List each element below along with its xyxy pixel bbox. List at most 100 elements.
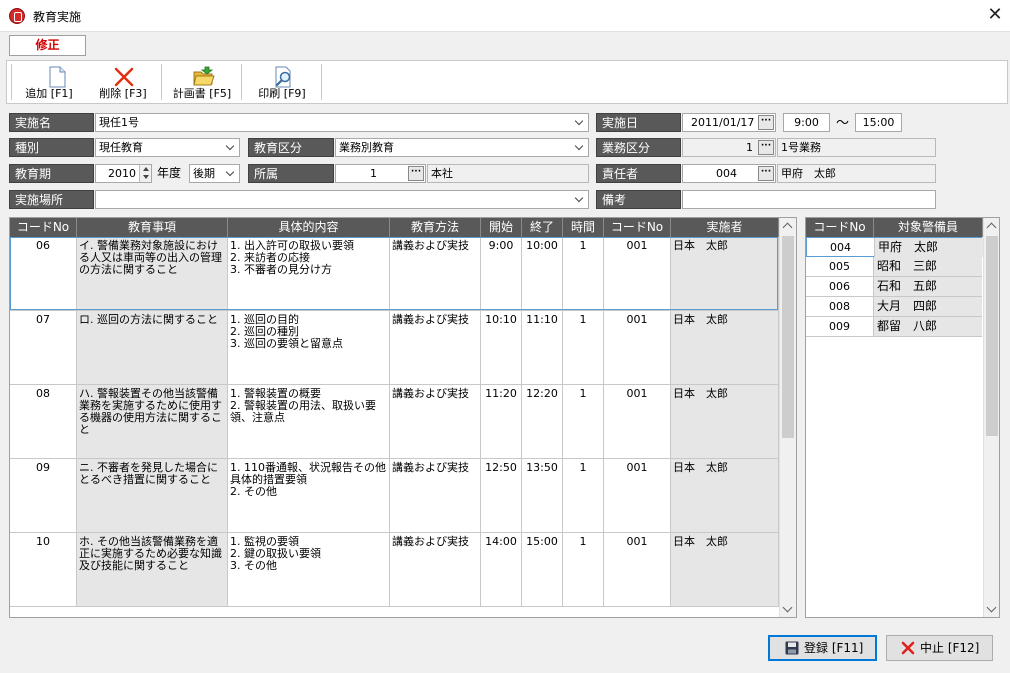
list-item[interactable]: 008 大月 四郎 — [806, 297, 982, 317]
responsible-person-lookup-button[interactable]: ··· — [758, 166, 774, 181]
cell-start[interactable]: 10:10 — [481, 311, 522, 385]
cell-hours[interactable]: 1 — [563, 385, 604, 459]
cell-end[interactable]: 13:50 — [522, 459, 563, 533]
table-row[interactable]: 08 ハ. 警報装置その他当該警備業務を実施するために使用する機器の使用方法に関す… — [10, 385, 779, 459]
cell-instructor[interactable]: 日本 太郎 — [671, 459, 779, 533]
cell-instructor-code[interactable]: 001 — [604, 533, 671, 607]
venue-label: 実施場所 — [9, 190, 94, 209]
delete-button[interactable]: 削除 [F3] — [85, 61, 161, 103]
cell-end[interactable]: 10:00 — [522, 237, 563, 311]
cell-hours[interactable]: 1 — [563, 533, 604, 607]
cell-code[interactable]: 10 — [10, 533, 77, 607]
cell-instructor[interactable]: 日本 太郎 — [671, 385, 779, 459]
print-button[interactable]: 印刷 [F9] — [243, 61, 321, 103]
term-select[interactable]: 後期 — [189, 164, 240, 183]
cell-method[interactable]: 講義および実技 — [390, 459, 481, 533]
cell-hours[interactable]: 1 — [563, 237, 604, 311]
date-picker-button[interactable]: ··· — [758, 115, 774, 130]
education-class-select[interactable]: 業務別教育 — [335, 138, 589, 157]
responsible-person-code-field[interactable]: 004 ··· — [682, 164, 776, 183]
table-row[interactable]: 09 ニ. 不審者を発見した場合にとるべき措置に関すること 1. 110番通報、状況… — [10, 459, 779, 533]
cell-method[interactable]: 講義および実技 — [390, 533, 481, 607]
table-row[interactable]: 06 イ. 警備業務対象施設における人又は車両等の出入の管理の方法に関すること 1.… — [10, 237, 779, 311]
cell-instructor-code[interactable]: 001 — [604, 237, 671, 311]
list-item[interactable]: 004 甲府 太郎 — [806, 237, 983, 257]
cell-instructor[interactable]: 日本 太郎 — [671, 311, 779, 385]
affiliation-lookup-button[interactable]: ··· — [408, 166, 424, 181]
table-row[interactable]: 07 ロ. 巡回の方法に関すること 1. 巡回の目的 2. 巡回の種別 3. 巡回の要領… — [10, 311, 779, 385]
scroll-up-arrow-icon[interactable] — [986, 222, 997, 233]
register-button[interactable]: 登録 [F11] — [768, 635, 877, 661]
cell-end-text: 10:00 — [526, 239, 558, 252]
scroll-down-arrow-icon[interactable] — [782, 602, 793, 613]
add-button[interactable]: 追加 [F1] — [13, 61, 85, 103]
cell-start[interactable]: 11:20 — [481, 385, 522, 459]
remarks-input[interactable] — [682, 190, 936, 209]
list-item[interactable]: 005 昭和 三郎 — [806, 257, 982, 277]
cell-details[interactable]: 1. 警報装置の概要 2. 警報装置の用法、取扱い要領、注意点 — [228, 385, 390, 459]
cell-method[interactable]: 講義および実技 — [390, 311, 481, 385]
cell-code[interactable]: 06 — [10, 237, 77, 311]
cell-details[interactable]: 1. 監視の要領 2. 鍵の取扱い要領 3. その他 — [228, 533, 390, 607]
cell-code[interactable]: 07 — [10, 311, 77, 385]
cell-instructor-code[interactable]: 001 — [604, 311, 671, 385]
cell-details[interactable]: 1. 110番通報、状況報告その他具体的措置要領 2. その他 — [228, 459, 390, 533]
cell-code-text: 10 — [36, 535, 50, 548]
scroll-up-arrow-icon[interactable] — [782, 222, 793, 233]
fiscal-year-stepper[interactable]: 2010 — [95, 164, 152, 183]
business-class-lookup-button[interactable]: ··· — [758, 140, 774, 155]
implementation-name-select[interactable]: 現任1号 — [95, 113, 589, 132]
cell-hours[interactable]: 1 — [563, 459, 604, 533]
spinner-arrows-icon[interactable] — [139, 165, 151, 182]
cell-instructor-code[interactable]: 001 — [604, 385, 671, 459]
cell-hours[interactable]: 1 — [563, 311, 604, 385]
grid-header-col-method: 教育方法 — [390, 218, 481, 237]
business-class-label: 業務区分 — [596, 138, 681, 157]
cell-item[interactable]: ニ. 不審者を発見した場合にとるべき措置に関すること — [77, 459, 228, 533]
cell-hours-text: 1 — [579, 239, 587, 252]
list-item[interactable]: 006 石和 五郎 — [806, 277, 982, 297]
cell-method[interactable]: 講義および実技 — [390, 237, 481, 311]
cell-details[interactable]: 1. 出入許可の取扱い要領 2. 来訪者の応接 3. 不審者の見分け方 — [228, 237, 390, 311]
grid-header-col-inst-code: コードNo — [604, 218, 671, 237]
venue-select[interactable] — [95, 190, 589, 209]
affiliation-code-field[interactable]: 1 ··· — [335, 164, 426, 183]
cell-details[interactable]: 1. 巡回の目的 2. 巡回の種別 3. 巡回の要領と留意点 — [228, 311, 390, 385]
plan-button[interactable]: 計画書 [F5] — [163, 61, 241, 103]
implementation-date-field[interactable]: 2011/01/17 ··· — [682, 113, 776, 132]
cell-code[interactable]: 08 — [10, 385, 77, 459]
category-select[interactable]: 現任教育 — [95, 138, 240, 157]
detail-line: 2. 警報装置の用法、取扱い要領、注意点 — [230, 399, 376, 424]
cell-method[interactable]: 講義および実技 — [390, 385, 481, 459]
list-item[interactable]: 009 都留 八郎 — [806, 317, 982, 337]
scroll-down-arrow-icon[interactable] — [986, 602, 997, 613]
cell-instructor[interactable]: 日本 太郎 — [671, 237, 779, 311]
cell-end[interactable]: 11:10 — [522, 311, 563, 385]
cell-item[interactable]: ハ. 警報装置その他当該警備業務を実施するために使用する機器の使用方法に関するこ… — [77, 385, 228, 459]
table-row[interactable]: 10 ホ. その他当該警備業務を適正に実施するため必要な知識及び技能に関すること 1… — [10, 533, 779, 607]
chevron-down-icon — [572, 139, 588, 156]
cell-end[interactable]: 15:00 — [522, 533, 563, 607]
cell-instructor-code[interactable]: 001 — [604, 459, 671, 533]
guard-code: 009 — [806, 317, 874, 336]
cell-start[interactable]: 9:00 — [481, 237, 522, 311]
cell-start[interactable]: 12:50 — [481, 459, 522, 533]
cell-instructor-text: 日本 太郎 — [673, 461, 728, 474]
close-button[interactable]: ✕ — [984, 4, 1006, 26]
cell-start[interactable]: 14:00 — [481, 533, 522, 607]
cell-item[interactable]: イ. 警備業務対象施設における人又は車両等の出入の管理の方法に関すること — [77, 237, 228, 311]
scrollbar-thumb[interactable] — [986, 236, 998, 436]
grid-vertical-scrollbar[interactable] — [779, 218, 796, 617]
cell-code[interactable]: 09 — [10, 459, 77, 533]
end-time-field[interactable]: 15:00 — [855, 113, 902, 132]
cell-item[interactable]: ホ. その他当該警備業務を適正に実施するため必要な知識及び技能に関すること — [77, 533, 228, 607]
business-class-code-field[interactable]: 1 ··· — [682, 138, 776, 157]
detail-line: 2. その他 — [230, 485, 277, 498]
cell-item[interactable]: ロ. 巡回の方法に関すること — [77, 311, 228, 385]
scrollbar-thumb[interactable] — [782, 236, 794, 438]
cell-instructor[interactable]: 日本 太郎 — [671, 533, 779, 607]
cancel-button[interactable]: 中止 [F12] — [886, 635, 993, 661]
cell-end[interactable]: 12:20 — [522, 385, 563, 459]
side-grid-vertical-scrollbar[interactable] — [983, 218, 999, 617]
start-time-field[interactable]: 9:00 — [783, 113, 830, 132]
